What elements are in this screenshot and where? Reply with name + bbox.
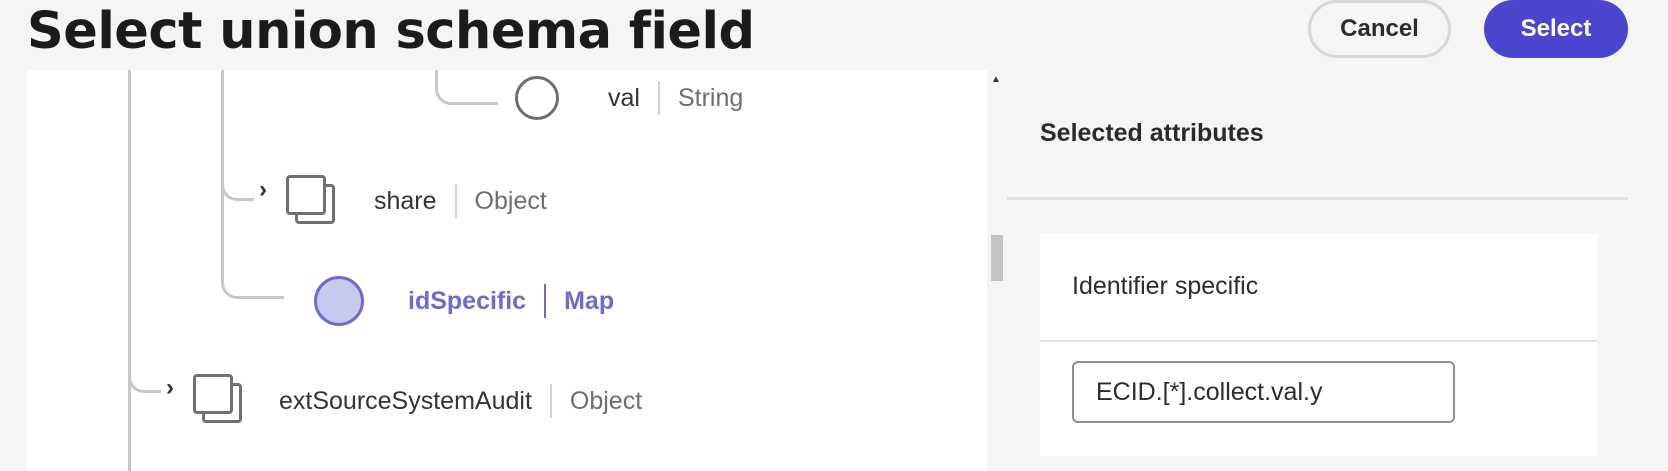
- object-icon: [193, 374, 245, 426]
- chevron-right-icon[interactable]: ›: [166, 374, 174, 402]
- tree-line: [435, 70, 498, 105]
- node-separator: [454, 184, 457, 218]
- divider: [1040, 340, 1597, 342]
- object-icon: [286, 175, 338, 227]
- cancel-button[interactable]: Cancel: [1308, 0, 1451, 58]
- node-separator: [544, 284, 547, 318]
- node-separator: [549, 384, 552, 418]
- node-separator: [657, 81, 660, 115]
- field-circle-icon: [314, 276, 364, 326]
- tree-line: [221, 70, 254, 201]
- selected-attribute-card: Identifier specific ECID.[*].collect.val…: [1040, 234, 1597, 456]
- page-title: Select union schema field: [27, 2, 755, 61]
- node-type: Map: [564, 286, 615, 315]
- schema-tree-panel[interactable]: val String › share Object idSpecific Map…: [27, 70, 987, 471]
- scroll-up-arrow-icon[interactable]: ▲: [991, 74, 1001, 85]
- attribute-title: Identifier specific: [1072, 272, 1259, 300]
- tree-line: [128, 70, 161, 393]
- select-button[interactable]: Select: [1484, 0, 1628, 58]
- tree-scrollbar[interactable]: ▲: [987, 70, 1007, 471]
- attribute-path-field[interactable]: ECID.[*].collect.val.y: [1072, 361, 1455, 423]
- node-name: extSourceSystemAudit: [279, 386, 532, 415]
- selected-attributes-title: Selected attributes: [1040, 119, 1264, 147]
- node-type: Object: [474, 186, 547, 215]
- tree-node-idspecific[interactable]: idSpecific Map: [408, 283, 614, 319]
- tree-node-share[interactable]: share Object: [374, 183, 547, 219]
- tree-node-val[interactable]: val String: [608, 80, 743, 116]
- node-type: String: [677, 83, 744, 112]
- field-circle-icon: [515, 76, 559, 120]
- chevron-right-icon[interactable]: ›: [259, 176, 267, 204]
- node-name: val: [608, 83, 640, 112]
- node-name: share: [374, 186, 437, 215]
- node-name: idSpecific: [408, 286, 527, 315]
- divider: [1007, 197, 1628, 200]
- scrollbar-thumb[interactable]: [991, 235, 1003, 281]
- tree-node-extsourcesystemaudit[interactable]: extSourceSystemAudit Object: [279, 383, 642, 419]
- node-type: Object: [569, 386, 643, 415]
